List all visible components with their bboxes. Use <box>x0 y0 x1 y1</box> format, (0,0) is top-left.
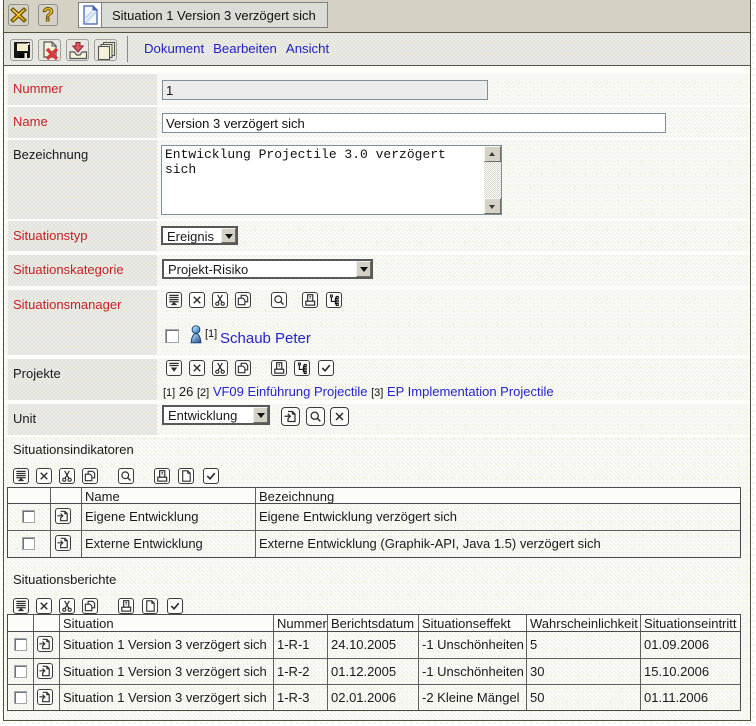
svg-text:?: ? <box>42 5 54 25</box>
